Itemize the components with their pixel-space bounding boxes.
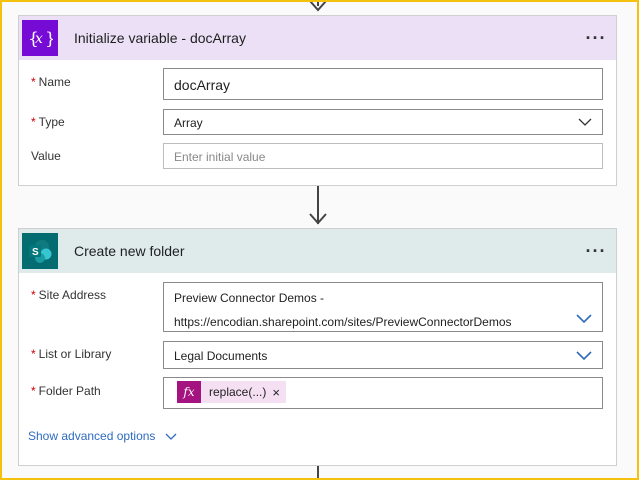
- chevron-down-icon: [165, 433, 177, 440]
- site-address-dropdown[interactable]: Preview Connector Demos - https://encodi…: [163, 282, 603, 332]
- sharepoint-icon: S: [22, 233, 58, 269]
- show-advanced-options-link[interactable]: Show advanced options: [28, 429, 177, 443]
- create-new-folder-card: S Create new folder ··· * Site Address Pr…: [18, 228, 617, 466]
- list-or-library-label: * List or Library: [31, 347, 112, 361]
- list-or-library-row: * List or Library Legal Documents: [19, 341, 616, 369]
- arrow-down-icon: [309, 0, 327, 12]
- chevron-down-icon: [576, 351, 592, 361]
- more-options-button[interactable]: ···: [576, 241, 616, 262]
- connector-line-bottom: [317, 466, 319, 480]
- more-options-button[interactable]: ···: [576, 28, 616, 49]
- card-title: Initialize variable - docArray: [74, 30, 246, 46]
- expression-token[interactable]: fx replace(...) ×: [177, 381, 286, 403]
- site-address-row: * Site Address Preview Connector Demos - …: [19, 282, 616, 332]
- chevron-down-icon: [578, 118, 592, 126]
- folder-path-row: * Folder Path fx replace(...) ×: [19, 377, 616, 409]
- name-label: * Name: [31, 75, 71, 89]
- fx-icon: fx: [177, 381, 201, 403]
- arrow-down-icon: [309, 213, 327, 225]
- type-dropdown[interactable]: Array: [163, 109, 603, 135]
- token-label: replace(...): [209, 385, 267, 399]
- value-input[interactable]: Enter initial value: [163, 143, 603, 169]
- folder-path-input[interactable]: fx replace(...) ×: [163, 377, 603, 409]
- name-row: * Name docArray: [19, 68, 616, 100]
- card-header[interactable]: S Create new folder ···: [19, 229, 616, 273]
- card-title: Create new folder: [74, 243, 185, 259]
- svg-text:S: S: [32, 247, 39, 258]
- chevron-down-icon: [576, 314, 592, 324]
- site-address-label: * Site Address: [31, 288, 107, 302]
- value-label: Value: [31, 149, 61, 163]
- svg-text:x: x: [35, 31, 43, 47]
- svg-text:}: }: [45, 29, 53, 49]
- type-label: * Type: [31, 115, 65, 129]
- type-row: * Type Array: [19, 109, 616, 135]
- value-row: Value Enter initial value: [19, 143, 616, 169]
- variable-icon: { x }: [22, 20, 58, 56]
- remove-token-button[interactable]: ×: [272, 385, 286, 400]
- list-or-library-dropdown[interactable]: Legal Documents: [163, 341, 603, 369]
- name-input[interactable]: docArray: [163, 68, 603, 100]
- folder-path-label: * Folder Path: [31, 384, 101, 398]
- initialize-variable-card: { x } Initialize variable - docArray ···…: [18, 15, 617, 186]
- card-header[interactable]: { x } Initialize variable - docArray ···: [19, 16, 616, 60]
